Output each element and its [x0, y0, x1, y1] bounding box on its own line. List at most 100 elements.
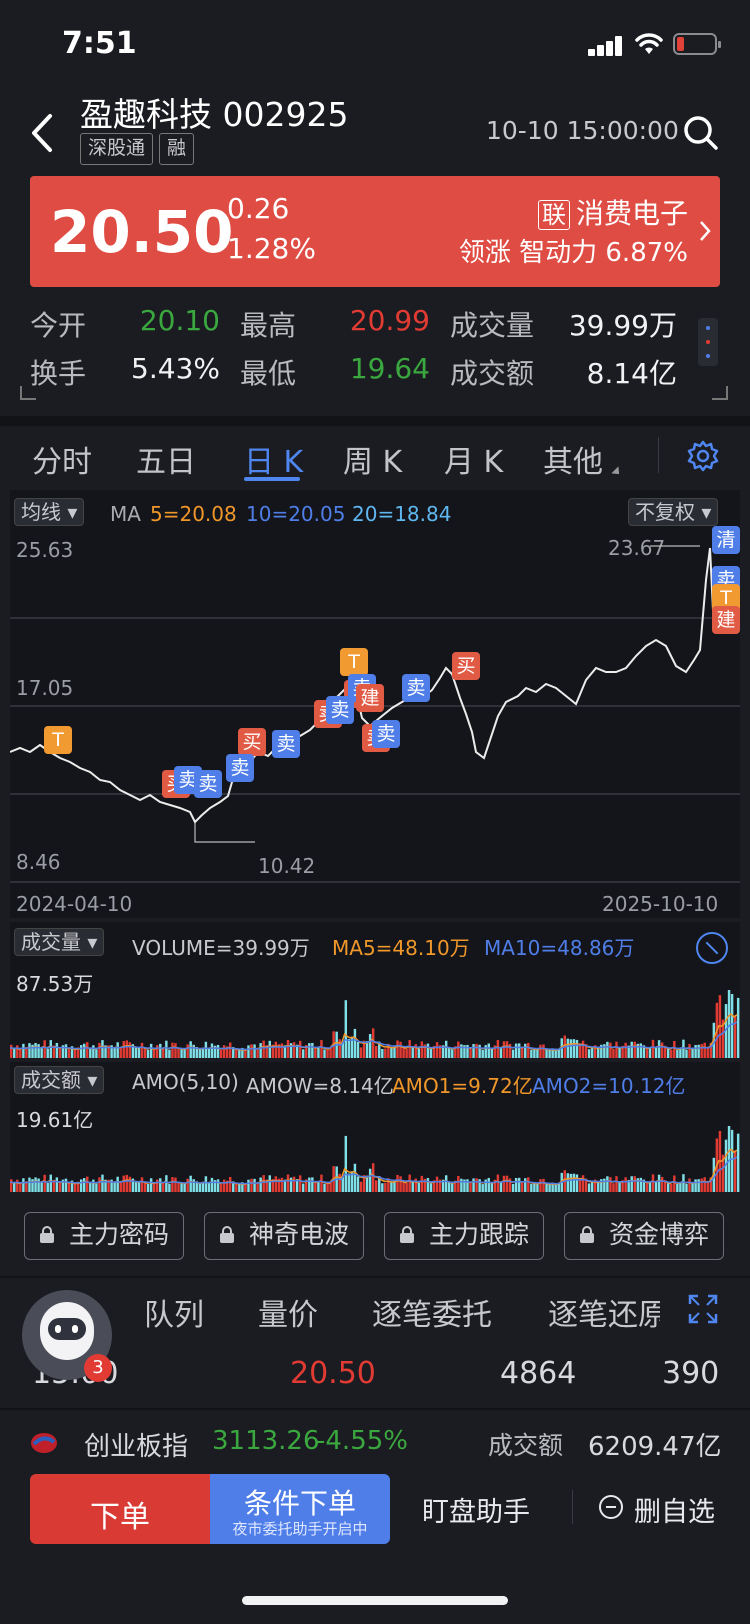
volume-bar	[268, 1175, 271, 1192]
volume-bar	[159, 1178, 162, 1192]
volume-bar	[703, 1042, 706, 1058]
volume-bar	[79, 1045, 83, 1058]
signal-badge[interactable]: 买	[452, 652, 480, 680]
tool-fund-game[interactable]: 资金博弈	[564, 1212, 724, 1260]
volume-bar	[37, 1178, 40, 1192]
signal-badge[interactable]: 买	[238, 728, 266, 756]
remove-watchlist-button[interactable]: 删自选	[598, 1490, 715, 1529]
volume-bar	[40, 1182, 43, 1192]
tab-volume-price[interactable]: 量价	[258, 1290, 318, 1334]
open-value: 20.10	[139, 304, 220, 337]
volume-bar	[34, 1042, 37, 1058]
volume-bar	[186, 1178, 189, 1192]
tab-weekly-k[interactable]: 周 K	[343, 437, 402, 481]
signal-badge[interactable]: T	[44, 726, 72, 754]
volume-bar	[469, 1181, 472, 1192]
signal-badge[interactable]: 建	[356, 684, 384, 712]
amo2-value: AMO2=10.12亿	[532, 1074, 686, 1098]
volume-bar	[384, 1048, 387, 1058]
volume-bar	[417, 1182, 421, 1192]
tool-main-track[interactable]: 主力跟踪	[384, 1212, 544, 1260]
signal-badge[interactable]: 建	[712, 606, 740, 634]
volume-bar	[49, 1174, 52, 1192]
index-bar[interactable]: 创业板指 3113.26 -4.55% 成交额 6209.47亿	[0, 1410, 750, 1476]
assistant-avatar[interactable]: 3	[22, 1290, 112, 1382]
tool-main-code[interactable]: 主力密码	[24, 1212, 184, 1260]
tool-magic-wave[interactable]: 神奇电波	[204, 1212, 364, 1260]
price-banner[interactable]: 20.50 0.26 1.28% 联消费电子 领涨 智动力 6.87%	[30, 176, 720, 287]
tag-connect[interactable]: 深股通	[80, 133, 154, 165]
signal-icon	[588, 36, 624, 56]
tab-five-day[interactable]: 五日	[136, 437, 196, 481]
signal-badge[interactable]: 卖	[194, 770, 222, 798]
volume-bar	[572, 1039, 576, 1058]
volume-bar	[469, 1047, 472, 1058]
index-value: 3113.26	[212, 1426, 320, 1456]
back-icon[interactable]	[22, 108, 62, 158]
volume-bar	[575, 1039, 579, 1058]
amount-label: 成交额	[450, 357, 535, 390]
tab-queue[interactable]: 队列	[144, 1290, 204, 1334]
signal-badge[interactable]: 卖	[272, 730, 300, 758]
conditional-order-button[interactable]: 条件下单 夜市委托助手开启中	[210, 1474, 390, 1544]
tab-tick-restore[interactable]: 逐笔还原	[548, 1290, 660, 1334]
volume-bar	[323, 1049, 326, 1058]
notification-badge: 3	[84, 1354, 112, 1382]
watch-assistant-button[interactable]: 盯盘助手	[422, 1490, 530, 1529]
volume-bar	[219, 1049, 223, 1058]
more-menu-icon[interactable]	[698, 318, 718, 366]
sector-leader: 领涨 智动力 6.87%	[458, 238, 688, 268]
tab-intraday[interactable]: 分时	[32, 437, 92, 481]
volume-bar	[268, 1040, 271, 1058]
volume-bar	[618, 1047, 621, 1058]
fullscreen-icon[interactable]	[688, 1294, 718, 1324]
volume-bar	[530, 1183, 533, 1192]
sector-link[interactable]: 联消费电子	[537, 192, 688, 232]
search-icon[interactable]	[682, 114, 720, 152]
tab-monthly-k[interactable]: 月 K	[444, 437, 503, 481]
volume-bar	[137, 1181, 141, 1192]
volume-bar	[545, 1048, 548, 1058]
volume-dropdown[interactable]: 成交量 ▾	[14, 928, 105, 956]
volume-bar	[122, 1175, 125, 1192]
volume-bar	[487, 1177, 490, 1192]
volume-bar	[253, 1178, 256, 1192]
volume-bar	[13, 1182, 16, 1192]
volume-bar	[569, 1173, 573, 1192]
volume-bar	[356, 1041, 360, 1058]
signal-badge[interactable]: T	[340, 648, 368, 676]
signal-badge[interactable]: 清	[712, 526, 740, 554]
expand-icon[interactable]	[696, 932, 728, 964]
volume-bar	[375, 1045, 378, 1058]
trade-count: 390	[662, 1356, 720, 1391]
volume-bar	[86, 1042, 89, 1058]
tab-tick-orders[interactable]: 逐笔委托	[372, 1290, 492, 1334]
tab-other[interactable]: 其他	[543, 437, 603, 481]
volume-bar	[92, 1179, 95, 1192]
wifi-icon	[635, 33, 663, 54]
tag-margin[interactable]: 融	[159, 133, 195, 165]
settings-icon[interactable]	[686, 439, 720, 473]
volume-bar	[92, 1045, 95, 1058]
volume-bar	[168, 1183, 171, 1192]
volume-bar	[545, 1183, 548, 1192]
status-time: 7:51	[62, 26, 137, 61]
volume-bar	[292, 1042, 296, 1058]
volume-bar	[408, 1174, 411, 1192]
volume-bar	[344, 1000, 348, 1058]
signal-badge[interactable]: 卖	[372, 720, 400, 748]
volume-bar	[16, 1045, 19, 1058]
volume-bar	[487, 1043, 490, 1058]
volume-bar	[460, 1044, 463, 1058]
volume-bar	[140, 1177, 144, 1192]
signal-badge[interactable]: 卖	[226, 754, 254, 782]
volume-bar	[384, 1182, 387, 1192]
battery-icon	[673, 33, 721, 55]
price-change: 0.26	[227, 192, 290, 225]
amount-dropdown[interactable]: 成交额 ▾	[14, 1066, 105, 1094]
order-button[interactable]: 下单	[30, 1474, 210, 1544]
volume-bar	[405, 1182, 408, 1192]
volume-bar	[539, 1044, 542, 1058]
signal-badge[interactable]: 卖	[402, 674, 430, 702]
tab-daily-k[interactable]: 日 K	[244, 437, 303, 481]
